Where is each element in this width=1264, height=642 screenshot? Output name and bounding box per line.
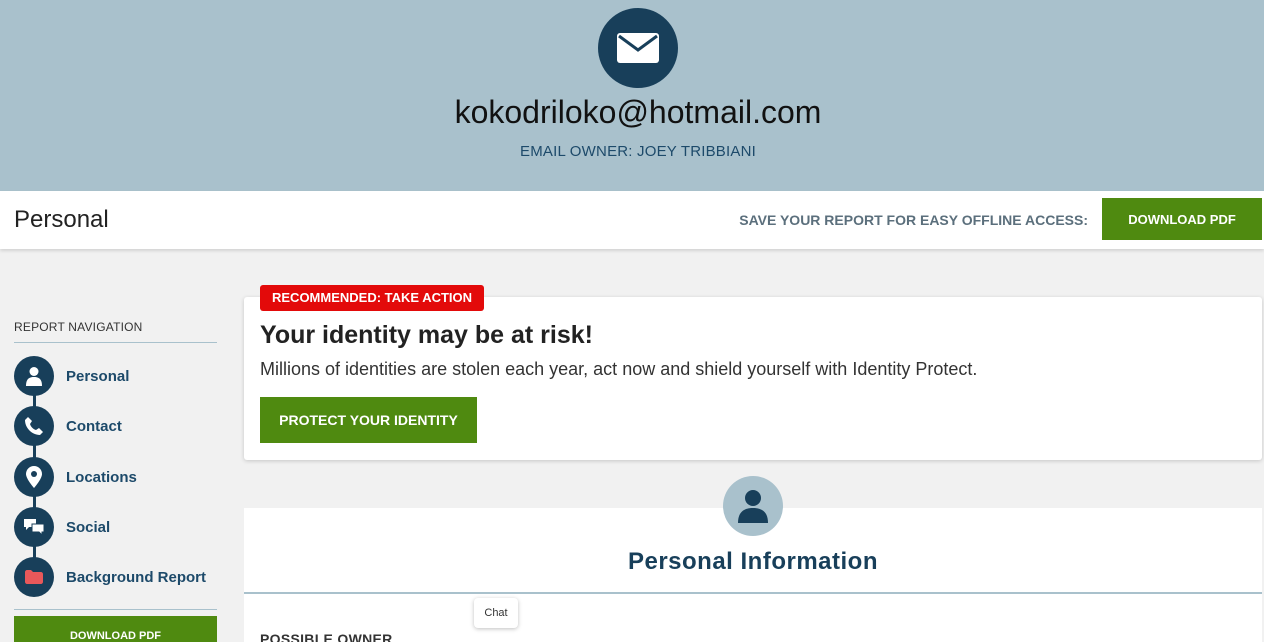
protect-identity-button[interactable]: PROTECT YOUR IDENTITY — [260, 397, 477, 443]
save-report-label: SAVE YOUR REPORT FOR EASY OFFLINE ACCESS… — [739, 212, 1088, 228]
possible-owner-heading: POSSIBLE OWNER — [260, 631, 393, 642]
chat-bubbles-icon — [14, 507, 54, 547]
folder-icon — [14, 557, 54, 597]
nav-item-social[interactable]: Social — [14, 507, 217, 547]
nav-label: Contact — [66, 417, 122, 435]
chat-button[interactable]: Chat — [474, 598, 518, 628]
nav-item-background-report[interactable]: Background Report — [14, 557, 217, 597]
nav-label: Social — [66, 518, 111, 536]
alert-body: Millions of identities are stolen each y… — [260, 359, 978, 379]
sidebar-download-pdf-button[interactable]: DOWNLOAD PDF — [14, 616, 217, 642]
page-title: Personal — [14, 206, 109, 233]
section-bar: Personal SAVE YOUR REPORT FOR EASY OFFLI… — [0, 191, 1264, 249]
nav-item-personal[interactable]: Personal — [14, 356, 217, 396]
nav-item-locations[interactable]: Locations — [14, 457, 217, 497]
report-navigation-heading: REPORT NAVIGATION — [14, 320, 143, 334]
recommended-badge: RECOMMENDED: TAKE ACTION — [260, 285, 485, 311]
nav-label: Background Report — [66, 568, 207, 586]
email-owner: EMAIL OWNER: JOEY TRIBBIANI — [519, 143, 756, 160]
phone-icon — [14, 406, 54, 446]
divider — [14, 609, 217, 610]
section-heading: Personal Information — [627, 548, 879, 575]
nav-label: Personal — [66, 367, 130, 385]
alert-title: Your identity may be at risk! — [260, 321, 593, 349]
email-header: kokodriloko@hotmail.com EMAIL OWNER: JOE… — [0, 0, 1264, 191]
person-icon — [14, 356, 54, 396]
identity-alert-card: Your identity may be at risk! Millions o… — [244, 297, 1262, 460]
nav-item-contact[interactable]: Contact — [14, 406, 217, 446]
download-pdf-button[interactable]: DOWNLOAD PDF — [1102, 198, 1262, 240]
divider — [244, 592, 1262, 594]
nav-label: Locations — [66, 468, 137, 486]
divider — [14, 342, 217, 343]
email-address: kokodriloko@hotmail.com — [454, 94, 822, 130]
envelope-icon — [598, 8, 678, 88]
map-pin-icon — [14, 457, 54, 497]
person-icon — [723, 476, 783, 536]
